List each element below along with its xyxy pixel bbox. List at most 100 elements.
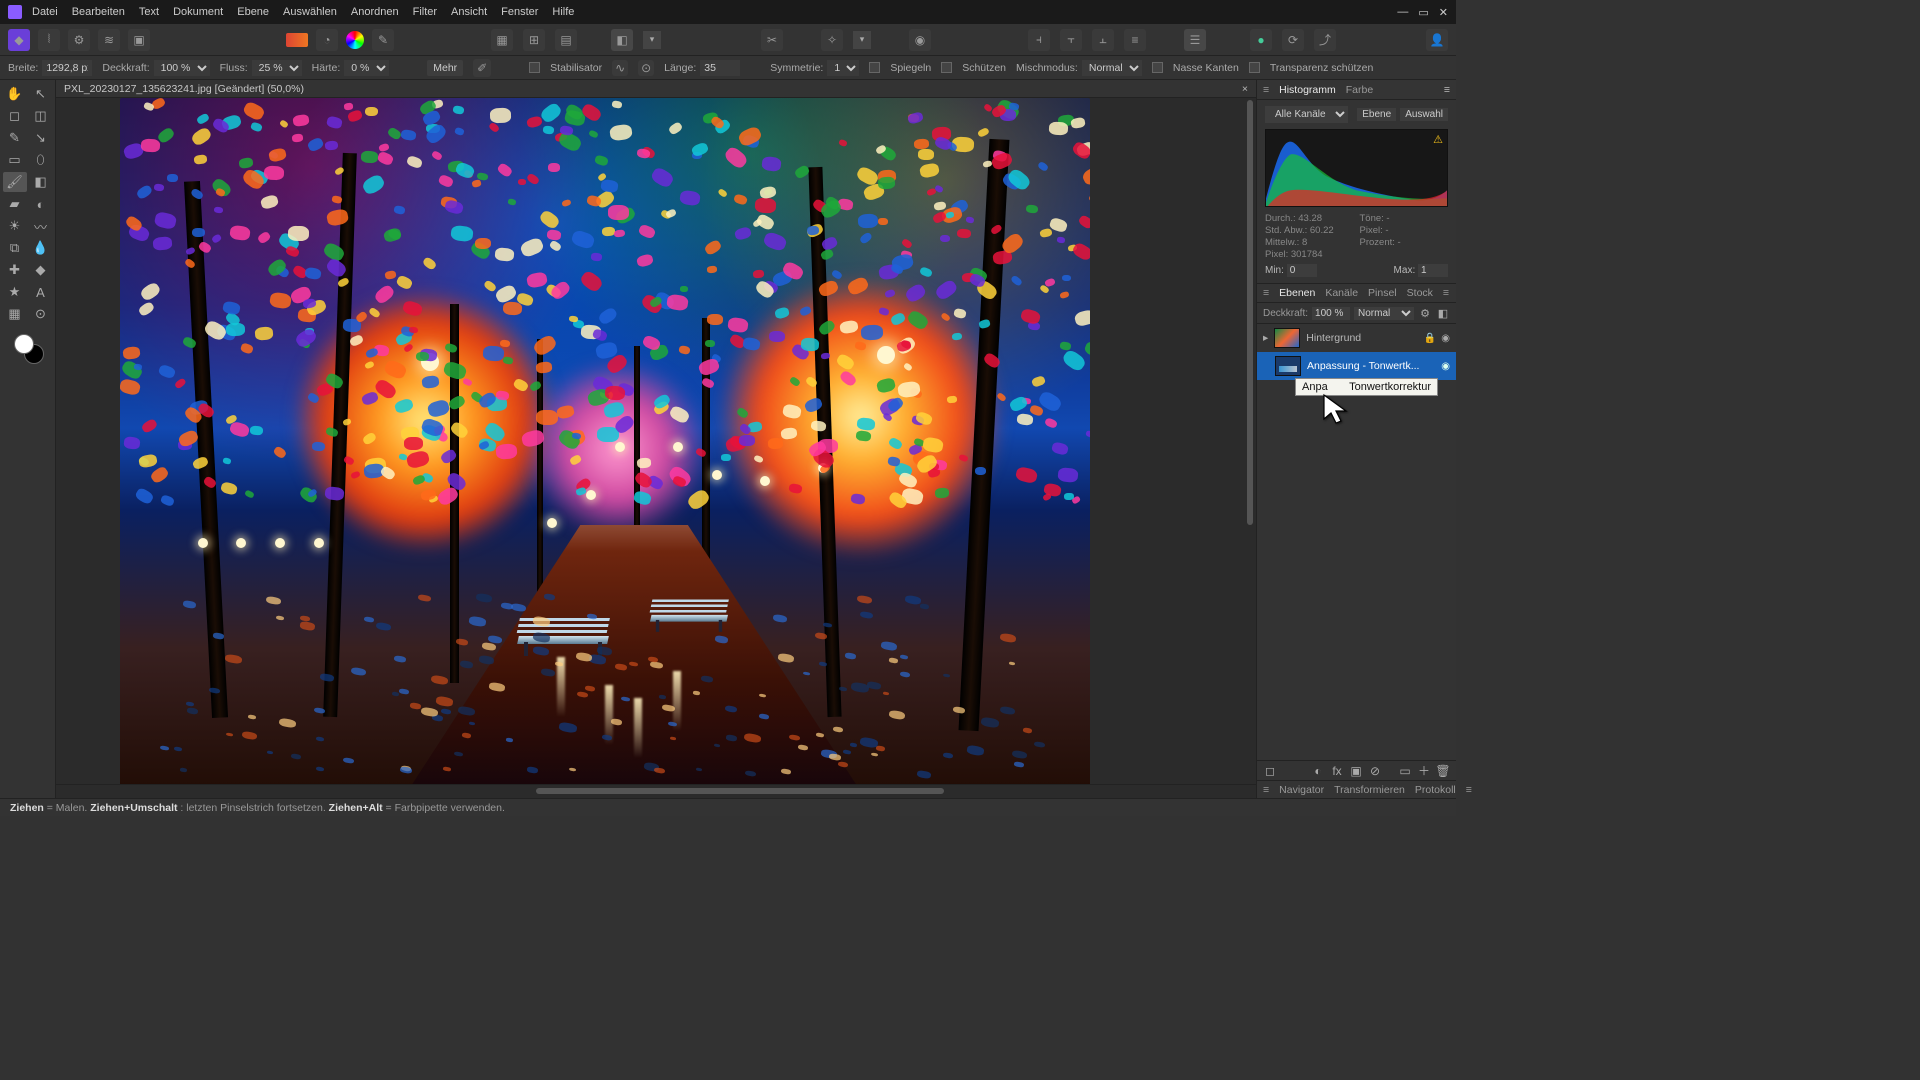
tool-move-icon[interactable]: ↖ [29,84,53,104]
btn-auswahl[interactable]: Auswahl [1400,108,1448,121]
tool-shape-icon[interactable]: ★ [3,282,27,302]
foreground-swatch[interactable] [14,334,34,354]
menu-ebene[interactable]: Ebene [237,6,269,18]
input-layer-opacity[interactable] [1312,307,1350,320]
brush-preset-icon[interactable]: ◔ [316,29,338,51]
tab-ebenen[interactable]: Ebenen [1279,287,1315,299]
menu-ansicht[interactable]: Ansicht [451,6,487,18]
fx2-icon[interactable]: fx [1330,764,1344,778]
tool-mesh-icon[interactable]: ▦ [3,304,27,324]
tool-text-icon[interactable]: A [29,282,53,302]
menu-fenster[interactable]: Fenster [501,6,538,18]
input-min[interactable] [1287,264,1317,277]
select-haerte[interactable]: 0 % [344,60,389,76]
assistant-icon[interactable]: ✧ [821,29,843,51]
nav-menu-icon[interactable]: ≡ [1466,784,1472,796]
visibility-icon[interactable]: ◉ [1441,333,1450,344]
tool-dodge-icon[interactable]: ☀ [3,216,27,236]
arrange-dropdown-icon[interactable]: ▾ [643,31,661,49]
tool-smudge-icon[interactable]: 〰 [29,216,53,236]
tab-histogramm[interactable]: Histogramm [1279,84,1336,96]
tool-hand-icon[interactable]: ✋ [3,84,27,104]
adjustment-icon[interactable]: ◐ [1311,764,1325,778]
visibility-icon[interactable]: ◉ [1441,361,1450,372]
align-center-icon[interactable]: ⫟ [1060,29,1082,51]
select-deckkraft[interactable]: 100 % [154,60,210,76]
checkbox-stabilisator[interactable] [529,62,540,73]
snap-guides-icon[interactable]: ⊞ [523,29,545,51]
persona-liquify-icon[interactable]: ⦚ [38,29,60,51]
select-channels[interactable]: Alle Kanäle [1265,106,1348,123]
menu-datei[interactable]: Datei [32,6,58,18]
color-swatches[interactable] [12,332,44,364]
expand-icon[interactable]: ▸ [1263,332,1268,344]
panel-menu-icon[interactable]: ≡ [1444,84,1450,96]
tool-selection-rect-icon[interactable]: ▭ [3,150,27,170]
lock-icon[interactable]: 🔒 [1424,333,1436,344]
stab-mode1-icon[interactable]: ∿ [612,60,628,76]
tab-close-icon[interactable]: × [1242,83,1248,95]
hscroll-thumb[interactable] [536,788,944,794]
menu-anordnen[interactable]: Anordnen [351,6,399,18]
menu-text[interactable]: Text [139,6,159,18]
quickmask-icon[interactable]: ◉ [909,29,931,51]
layer-name[interactable]: Anpassung - Tonwertk... [1307,360,1435,372]
tool-heal-icon[interactable]: ✚ [3,260,27,280]
layer-row[interactable]: Anpassung - Tonwertk... ◉ [1257,352,1456,380]
minimize-icon[interactable]: — [1397,6,1408,19]
select-mischmodus[interactable]: Normal [1082,60,1142,76]
vertical-scrollbar[interactable] [1244,98,1256,784]
tool-clone-icon[interactable]: ⧉ [3,238,27,258]
layer-thumbnail[interactable] [1274,328,1300,348]
hamburger2-icon[interactable]: ≡ [1263,287,1269,299]
pressure-icon[interactable]: ✐ [473,59,491,77]
tab-navigator[interactable]: Navigator [1279,784,1324,796]
horizontal-scrollbar[interactable] [56,784,1256,798]
tool-node-icon[interactable]: ↘ [29,128,53,148]
cloud-icon[interactable]: ● [1250,29,1272,51]
snap-grid-icon[interactable]: ▦ [491,29,513,51]
add-layer-icon[interactable]: ＋ [1417,764,1431,778]
persona-export-icon[interactable]: ▣ [128,29,150,51]
layer-thumbnail[interactable] [1275,356,1301,376]
input-laenge[interactable] [700,60,740,76]
checkbox-schuetzen[interactable] [941,62,952,73]
studio-toggle-icon[interactable]: ☰ [1184,29,1206,51]
tool-selection-brush-icon[interactable]: ⬯ [29,150,53,170]
select-layer-blend[interactable]: Normal [1354,307,1414,320]
crop-tool-icon[interactable]: ✂ [761,29,783,51]
tool-redeye-icon[interactable]: ◆ [29,260,53,280]
canvas-viewport[interactable] [56,98,1256,784]
select-symmetrie[interactable]: 1 [827,60,859,76]
document-tab[interactable]: PXL_20230127_135623241.jpg [Geändert] (5… [56,80,1256,98]
adj-icon[interactable]: ◧ [1436,306,1450,320]
hamburger3-icon[interactable]: ≡ [1263,784,1269,796]
color-wheel-icon[interactable] [346,31,364,49]
layer-name[interactable]: Hintergrund [1306,332,1418,344]
share-icon[interactable]: ⤴ [1314,29,1336,51]
stab-mode2-icon[interactable]: ⊙ [638,60,654,76]
tool-fill-icon[interactable]: ▰ [3,194,27,214]
persona-tone-icon[interactable]: ≋ [98,29,120,51]
hamburger-icon[interactable]: ≡ [1263,84,1269,96]
tool-picker-icon[interactable]: ⊙ [29,304,53,324]
tool-pen-icon[interactable]: ✎ [3,128,27,148]
tool-blur-icon[interactable]: 💧 [29,238,53,258]
link-icon[interactable]: ⊘ [1368,764,1382,778]
tab-kanaele[interactable]: Kanäle [1325,287,1358,299]
tab-protokoll[interactable]: Protokoll [1415,784,1456,796]
mask2-icon[interactable]: ▣ [1349,764,1363,778]
layers-list[interactable]: ▸ Hintergrund 🔒 ◉ Anpassung - Tonwertk..… [1257,324,1456,760]
menu-hilfe[interactable]: Hilfe [552,6,574,18]
assistant-dropdown-icon[interactable]: ▾ [853,31,871,49]
tab-farbe[interactable]: Farbe [1346,84,1373,96]
checkbox-transparenz[interactable] [1249,62,1260,73]
align-left-icon[interactable]: ⫞ [1028,29,1050,51]
mask-icon[interactable]: ◻ [1263,764,1277,778]
eyedropper-icon[interactable]: ✎ [372,29,394,51]
account-icon[interactable]: 👤 [1426,29,1448,51]
delete-layer-icon[interactable]: 🗑 [1436,764,1450,778]
snap-pixel-icon[interactable]: ▤ [555,29,577,51]
menu-dokument[interactable]: Dokument [173,6,223,18]
gradient-swatch-icon[interactable] [286,33,308,47]
